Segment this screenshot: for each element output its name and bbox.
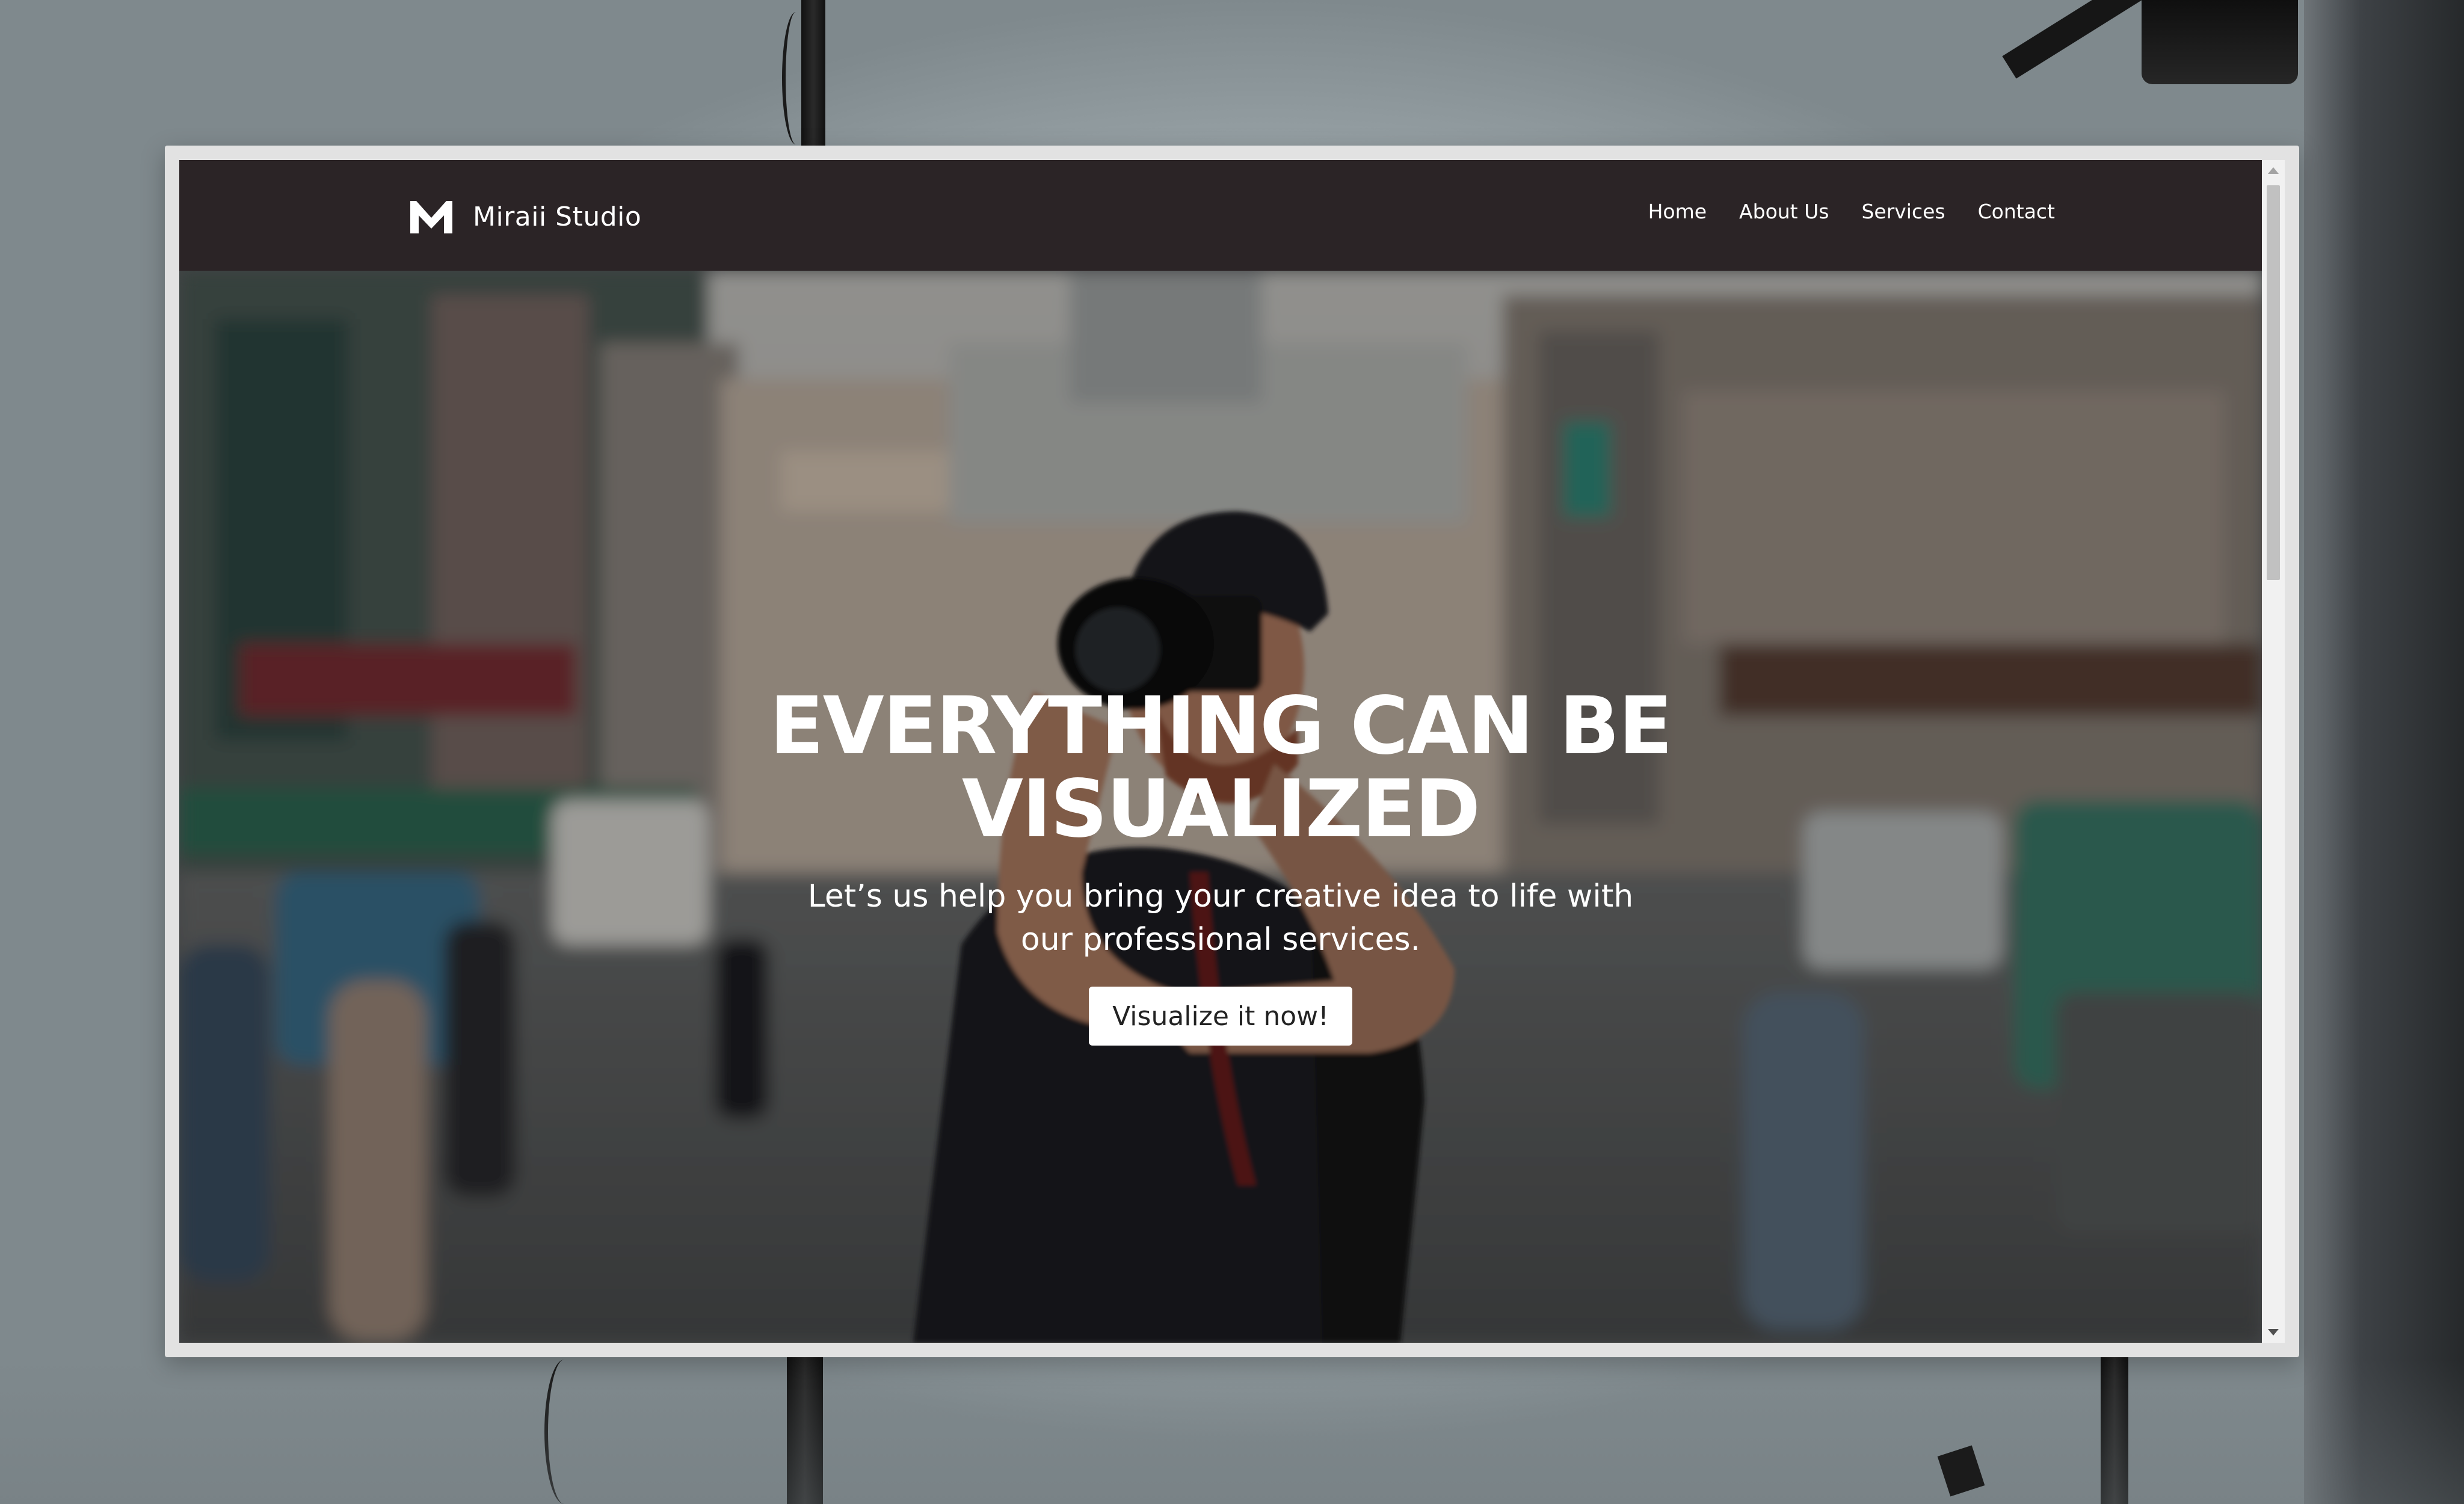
softbox-light: [2142, 0, 2298, 84]
stand-cable: [782, 12, 810, 144]
nav-item-about-us[interactable]: About Us: [1739, 200, 1829, 223]
site-header: Miraii Studio Home About Us Services Con…: [179, 160, 2262, 271]
browser-frame: Miraii Studio Home About Us Services Con…: [165, 146, 2299, 1357]
nav-item-services[interactable]: Services: [1861, 200, 1945, 223]
hero-content: EVERYTHING CAN BE VISUALIZED Let’s us he…: [179, 685, 2262, 1046]
nav-item-contact[interactable]: Contact: [1978, 200, 2055, 223]
hero-title: EVERYTHING CAN BE VISUALIZED: [769, 680, 1672, 855]
vertical-scrollbar[interactable]: [2262, 160, 2285, 1343]
scroll-down-arrow-icon[interactable]: [2268, 1329, 2279, 1336]
floor-shade: [0, 1360, 2464, 1504]
brand[interactable]: Miraii Studio: [408, 195, 641, 238]
studio-equipment-shadow: [2304, 0, 2464, 1504]
hero-section: EVERYTHING CAN BE VISUALIZED Let’s us he…: [179, 271, 2262, 1343]
scroll-thumb[interactable]: [2267, 185, 2280, 580]
hero-subtitle: Let’s us help you bring your creative id…: [807, 878, 1634, 958]
browser-viewport: Miraii Studio Home About Us Services Con…: [179, 160, 2262, 1343]
brand-name: Miraii Studio: [473, 201, 642, 232]
visualize-cta-button[interactable]: Visualize it now!: [1089, 987, 1352, 1046]
scroll-up-arrow-icon[interactable]: [2268, 167, 2279, 174]
main-nav: Home About Us Services Contact: [1648, 200, 2055, 223]
nav-item-home[interactable]: Home: [1648, 200, 1707, 223]
m-logo-icon: [410, 201, 452, 233]
